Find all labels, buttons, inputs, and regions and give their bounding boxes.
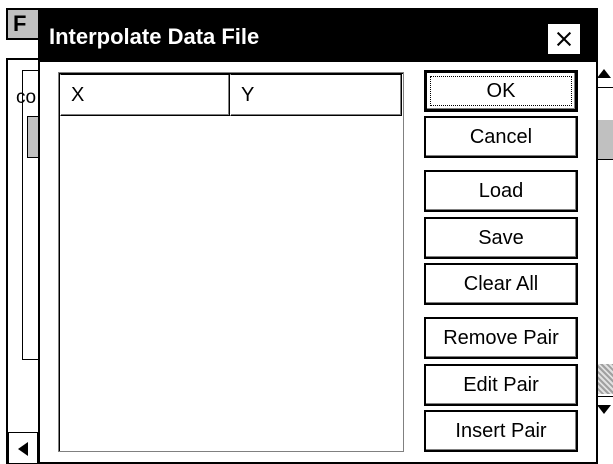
interpolate-dialog: Interpolate Data File X Y OK Cancel Load… bbox=[38, 8, 598, 464]
xy-pair-list[interactable]: X Y bbox=[58, 72, 404, 452]
background-tab[interactable]: F bbox=[6, 8, 40, 40]
background-scroll-thumb[interactable] bbox=[596, 120, 613, 160]
insert-pair-button[interactable]: Insert Pair bbox=[424, 410, 578, 452]
save-button[interactable]: Save bbox=[424, 217, 578, 259]
ok-button[interactable]: OK bbox=[424, 70, 578, 112]
close-icon[interactable] bbox=[546, 22, 582, 56]
clear-all-button[interactable]: Clear All bbox=[424, 263, 578, 305]
focus-ring bbox=[430, 76, 572, 106]
column-header-y[interactable]: Y bbox=[230, 74, 402, 116]
cancel-button[interactable]: Cancel bbox=[424, 116, 578, 158]
scroll-down-icon[interactable] bbox=[596, 396, 613, 424]
background-partial-label: co bbox=[16, 87, 37, 108]
dialog-title: Interpolate Data File bbox=[49, 24, 260, 49]
remove-pair-button[interactable]: Remove Pair bbox=[424, 317, 578, 359]
background-scroll-track[interactable] bbox=[596, 364, 613, 394]
scroll-up-icon[interactable] bbox=[596, 62, 613, 88]
edit-pair-button[interactable]: Edit Pair bbox=[424, 364, 578, 406]
dialog-titlebar: Interpolate Data File bbox=[40, 10, 596, 62]
load-button[interactable]: Load bbox=[424, 170, 578, 212]
column-header-x[interactable]: X bbox=[60, 74, 230, 116]
list-body: X Y bbox=[59, 73, 403, 451]
scroll-left-icon[interactable] bbox=[8, 432, 38, 464]
